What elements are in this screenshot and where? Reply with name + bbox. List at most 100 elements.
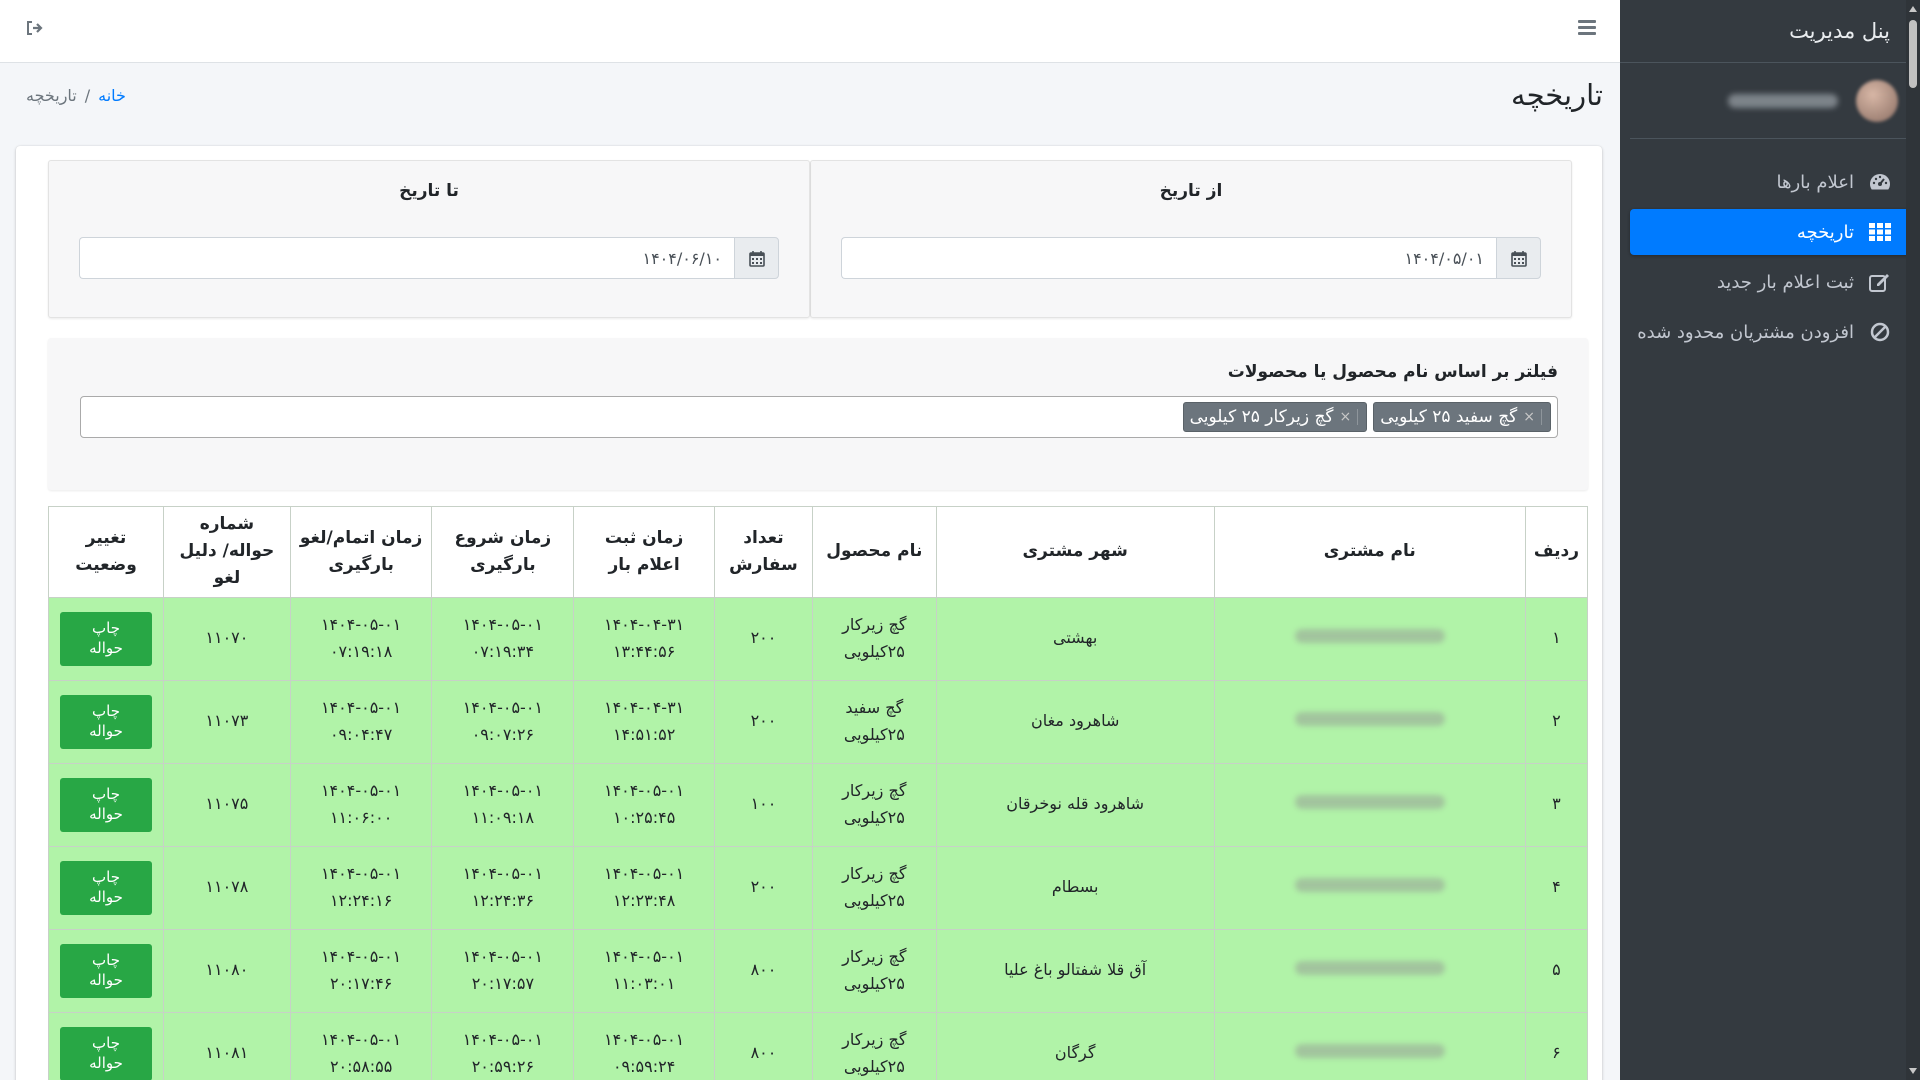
ban-icon bbox=[1868, 320, 1892, 344]
user-panel[interactable] bbox=[1630, 63, 1910, 139]
cell-row-number: ۵ bbox=[1524, 928, 1589, 1013]
sign-out-icon[interactable] bbox=[26, 20, 44, 38]
sidebar-item-history[interactable]: تاریخچه bbox=[1630, 209, 1910, 255]
print-waybill-button[interactable]: چاپ حواله bbox=[60, 943, 153, 998]
time-line: ۱۲:۲۳:۴۸ bbox=[612, 890, 676, 910]
button-label-line: چاپ bbox=[92, 702, 120, 721]
cell-reference-number: ۱۱۰۸۱ bbox=[163, 1011, 291, 1080]
hamburger-icon[interactable] bbox=[1578, 20, 1596, 36]
cell-quantity: ۸۰۰ bbox=[714, 928, 813, 1013]
cell-loading-start: ۱۴۰۴-۰۵-۰۱ ۲۰:۵۹:۲۶ bbox=[431, 1011, 575, 1080]
remove-tag-icon[interactable]: × bbox=[1523, 409, 1542, 425]
date-line: ۱۴۰۴-۰۵-۰۱ bbox=[320, 947, 402, 967]
cell-product: گچ زیرکار ۲۵کیلویی bbox=[811, 845, 937, 930]
product-filter-label: فیلتر بر اساس نام محصول یا محصولات bbox=[1227, 362, 1558, 382]
customer-name-blurred bbox=[1294, 629, 1445, 644]
cell-registered-time: ۱۴۰۴-۰۴-۳۱ ۱۴:۵۱:۵۲ bbox=[573, 679, 715, 764]
from-date-input[interactable] bbox=[841, 237, 1496, 279]
cell-status-action: چاپ حواله bbox=[47, 845, 165, 930]
sidebar-item-label: ثبت اعلام بار جدید bbox=[1716, 271, 1854, 293]
cell-product: گچ سفید ۲۵کیلویی bbox=[811, 679, 937, 764]
calendar-icon[interactable] bbox=[734, 237, 779, 279]
customer-name-blurred bbox=[1294, 795, 1445, 810]
cell-status-action: چاپ حواله bbox=[47, 596, 165, 681]
breadcrumb-home-link[interactable]: خانه bbox=[98, 86, 126, 105]
date-line: ۱۴۰۴-۰۵-۰۱ bbox=[320, 615, 402, 635]
scroll-up-arrow-icon[interactable] bbox=[1909, 6, 1917, 12]
product-line: گچ زیرکار bbox=[842, 947, 907, 967]
table-body: ۱ بهشتی گچ زیرکار ۲۵کیلویی ۲۰۰ ۱۴۰۴-۰۴-۳۱… bbox=[47, 596, 1589, 1080]
cell-row-number: ۲ bbox=[1524, 679, 1589, 764]
date-line: ۱۴۰۴-۰۵-۰۱ bbox=[603, 1030, 685, 1050]
history-table: ردیف نام مشتری شهر مشتری نام محصول تعداد… bbox=[47, 506, 1589, 1080]
product-line: ۲۵کیلویی bbox=[843, 724, 905, 744]
cell-registered-time: ۱۴۰۴-۰۵-۰۱ ۰۹:۵۹:۲۴ bbox=[573, 1011, 715, 1080]
time-line: ۱۳:۴۴:۵۶ bbox=[612, 641, 676, 661]
cell-product: گچ زیرکار ۲۵کیلویی bbox=[811, 1011, 937, 1080]
date-line: ۱۴۰۴-۰۵-۰۱ bbox=[462, 615, 543, 635]
table-row: ۵ آق قلا شفتالو باغ علیا گچ زیرکار ۲۵کیلو… bbox=[47, 928, 1589, 1013]
cell-loading-end: ۱۴۰۴-۰۵-۰۱ ۱۲:۲۴:۱۶ bbox=[289, 845, 433, 930]
cell-customer-name bbox=[1213, 679, 1526, 764]
calendar-icon[interactable] bbox=[1496, 237, 1541, 279]
sidebar-item-load-announcements[interactable]: اعلام بارها bbox=[1630, 159, 1910, 205]
date-line: ۱۴۰۴-۰۴-۳۱ bbox=[603, 615, 685, 635]
cell-reference-number: ۱۱۰۷۵ bbox=[163, 762, 291, 847]
time-line: ۰۷:۱۹:۳۴ bbox=[471, 641, 535, 661]
cell-row-number: ۴ bbox=[1524, 845, 1589, 930]
date-line: ۱۴۰۴-۰۵-۰۱ bbox=[320, 864, 402, 884]
date-line: ۱۴۰۴-۰۵-۰۱ bbox=[603, 781, 685, 801]
product-line: گچ سفید bbox=[845, 698, 904, 718]
date-line: ۱۴۰۴-۰۵-۰۱ bbox=[462, 1030, 543, 1050]
scroll-thumb[interactable] bbox=[1909, 20, 1917, 88]
print-waybill-button[interactable]: چاپ حواله bbox=[60, 694, 153, 749]
cell-loading-end: ۱۴۰۴-۰۵-۰۱ ۲۰:۵۸:۵۵ bbox=[289, 1011, 433, 1080]
avatar[interactable] bbox=[1856, 79, 1898, 122]
column-header: تغییر وضعیت bbox=[47, 506, 165, 598]
cell-loading-start: ۱۴۰۴-۰۵-۰۱ ۰۹:۰۷:۲۶ bbox=[431, 679, 575, 764]
sidebar-item-new-announcement[interactable]: ثبت اعلام بار جدید bbox=[1630, 259, 1910, 305]
column-header: زمان شروع بارگیری bbox=[431, 506, 575, 598]
user-name-blurred bbox=[1728, 93, 1838, 108]
cell-loading-end: ۱۴۰۴-۰۵-۰۱ ۲۰:۱۷:۴۶ bbox=[289, 928, 433, 1013]
remove-tag-icon[interactable]: × bbox=[1340, 409, 1359, 425]
sidebar-nav: اعلام بارها تاریخچه ثبت اعلام بار جدید ا… bbox=[1620, 139, 1920, 355]
sidebar-scrollbar[interactable] bbox=[1906, 0, 1920, 1080]
product-multiselect[interactable]: × گچ سفید ۲۵ کیلویی × گچ زیرکار ۲۵ کیلوی… bbox=[80, 396, 1558, 438]
cell-registered-time: ۱۴۰۴-۰۴-۳۱ ۱۳:۴۴:۵۶ bbox=[573, 596, 715, 681]
product-tag: × گچ سفید ۲۵ کیلویی bbox=[1373, 402, 1551, 432]
customer-name-blurred bbox=[1294, 961, 1445, 976]
print-waybill-button[interactable]: چاپ حواله bbox=[60, 777, 153, 832]
grid-icon bbox=[1868, 220, 1892, 244]
button-label-line: حواله bbox=[89, 638, 123, 657]
product-line: ۲۵کیلویی bbox=[843, 1056, 905, 1076]
button-label-line: چاپ bbox=[92, 868, 120, 887]
cell-row-number: ۳ bbox=[1524, 762, 1589, 847]
print-waybill-button[interactable]: چاپ حواله bbox=[60, 1026, 153, 1080]
cell-quantity: ۲۰۰ bbox=[714, 596, 813, 681]
to-date-group bbox=[79, 237, 779, 279]
column-header: نام مشتری bbox=[1213, 506, 1526, 598]
button-label-line: چاپ bbox=[92, 951, 120, 970]
breadcrumb-separator: / bbox=[84, 86, 91, 105]
button-label-line: چاپ bbox=[92, 1034, 120, 1053]
print-waybill-button[interactable]: چاپ حواله bbox=[60, 611, 153, 666]
to-date-input[interactable] bbox=[79, 237, 734, 279]
sidebar-item-restricted-customers[interactable]: افزودن مشتریان محدود شده bbox=[1630, 309, 1910, 355]
table-row: ۳ شاهرود قله نوخرقان گچ زیرکار ۲۵کیلویی ۱… bbox=[47, 762, 1589, 847]
brand-title[interactable]: پنل مدیریت bbox=[1620, 0, 1920, 63]
product-line: ۲۵کیلویی bbox=[843, 807, 905, 827]
time-line: ۰۹:۰۷:۲۶ bbox=[471, 724, 535, 744]
from-date-box: از تاریخ bbox=[810, 160, 1572, 318]
table-row: ۲ شاهرود مغان گچ سفید ۲۵کیلویی ۲۰۰ ۱۴۰۴-۰… bbox=[47, 679, 1589, 764]
print-waybill-button[interactable]: چاپ حواله bbox=[60, 860, 153, 915]
sidebar-item-label: اعلام بارها bbox=[1776, 171, 1854, 193]
cell-status-action: چاپ حواله bbox=[47, 928, 165, 1013]
cell-loading-start: ۱۴۰۴-۰۵-۰۱ ۱۱:۰۹:۱۸ bbox=[431, 762, 575, 847]
product-line: ۲۵کیلویی bbox=[843, 890, 905, 910]
button-label-line: حواله bbox=[89, 1053, 123, 1072]
scroll-down-arrow-icon[interactable] bbox=[1909, 1068, 1917, 1074]
time-line: ۱۴:۵۱:۵۲ bbox=[612, 724, 676, 744]
time-line: ۰۷:۱۹:۱۸ bbox=[329, 641, 393, 661]
cell-loading-start: ۱۴۰۴-۰۵-۰۱ ۲۰:۱۷:۵۷ bbox=[431, 928, 575, 1013]
